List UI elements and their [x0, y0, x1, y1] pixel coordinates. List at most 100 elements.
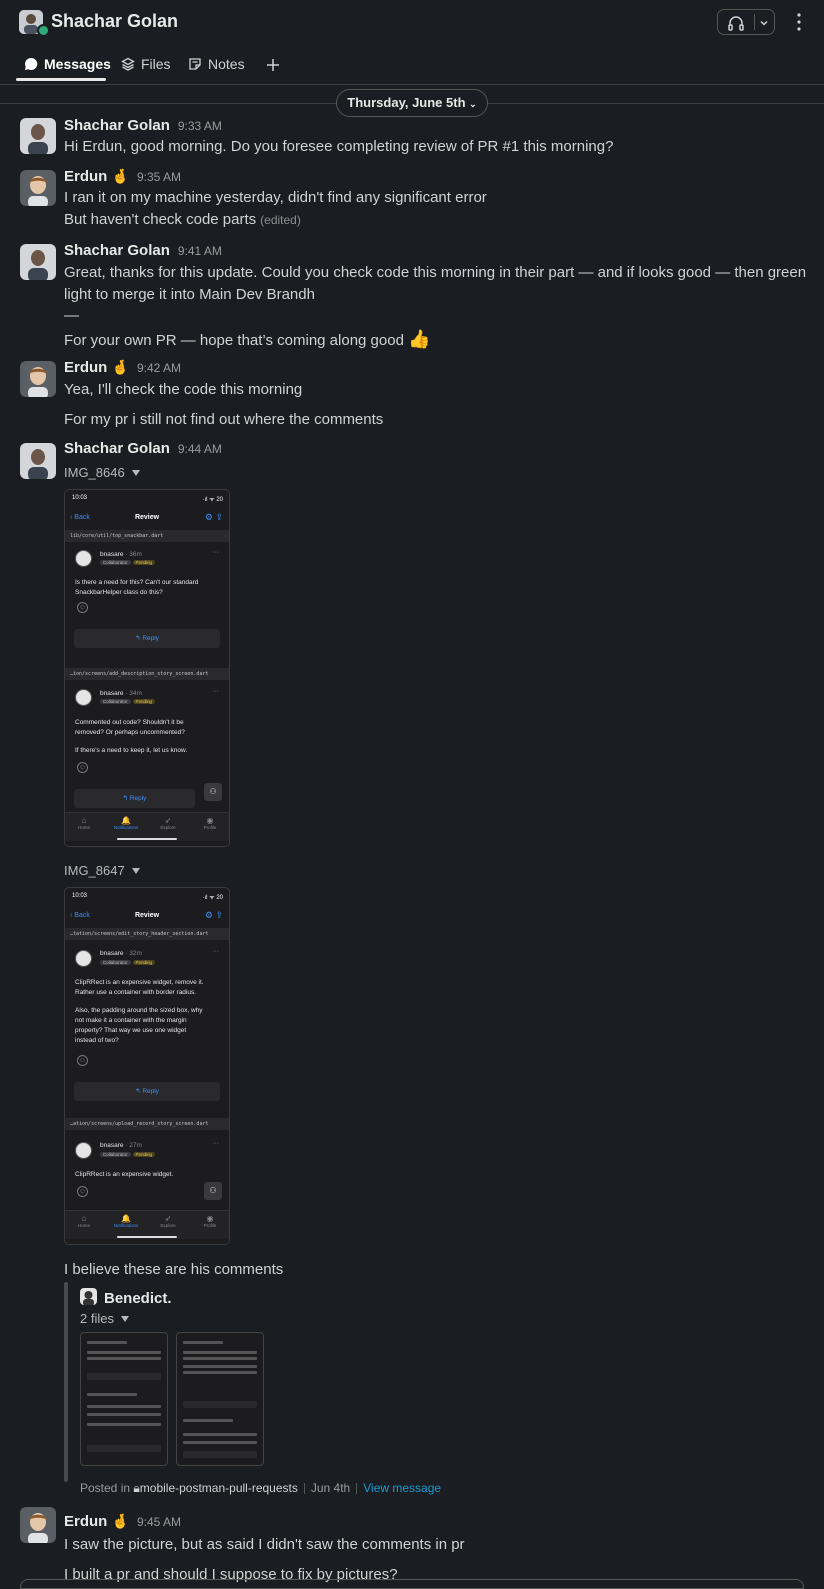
- sender-name[interactable]: Shachar Golan: [64, 440, 170, 457]
- page-title[interactable]: Shachar Golan: [51, 11, 178, 32]
- date-divider[interactable]: Thursday, June 5th ⌄: [336, 89, 488, 117]
- gear-icon: ⚙ ⇪: [204, 910, 223, 920]
- avatar: [75, 950, 92, 967]
- reply-button: ↰ Reply: [74, 629, 220, 648]
- active-tab-indicator: [16, 78, 106, 81]
- message-text: I ran it on my machine yesterday, didn't…: [64, 189, 487, 206]
- message-text: Yea, I'll check the code this morning: [64, 381, 303, 398]
- avatar[interactable]: [20, 361, 56, 397]
- message-sender[interactable]: Shachar Golan 9:41 AM: [64, 242, 222, 259]
- sender-name[interactable]: Shachar Golan: [64, 242, 170, 259]
- file-name-toggle[interactable]: IMG_8646: [64, 465, 141, 480]
- message-sender[interactable]: Shachar Golan 9:33 AM: [64, 117, 222, 134]
- sender-name[interactable]: Erdun: [64, 1513, 107, 1530]
- message-timestamp[interactable]: 9:41 AM: [178, 244, 222, 258]
- message-timestamp[interactable]: 9:33 AM: [178, 119, 222, 133]
- channel-header: Shachar Golan: [0, 0, 824, 46]
- file-name: IMG_8646: [64, 465, 125, 480]
- shared-message-footer: Posted in 🔒︎mobile-postman-pull-requests…: [80, 1481, 441, 1496]
- huddle-button[interactable]: [717, 9, 775, 35]
- layers-icon: [121, 57, 135, 71]
- tab-label: Files: [141, 56, 171, 72]
- file-path: lib/core/util/top_snackbar.dart: [65, 530, 229, 542]
- tab-notes[interactable]: Notes: [188, 56, 245, 72]
- tab-label: Notes: [208, 56, 245, 72]
- phone-status-icons: ·ıl ᯤ 20: [202, 895, 223, 901]
- chevron-down-icon[interactable]: [758, 17, 770, 29]
- phone-tab-bar: ⌂ Home 🔔 Notifications ➶ Explore ◉ Profile: [65, 1210, 229, 1239]
- notes-icon: [189, 58, 201, 70]
- plus-icon[interactable]: [265, 57, 281, 73]
- image-attachment[interactable]: 10:03 ·ıl ᯤ 20 ‹ Back Review ⚙ ⇪ …tation…: [64, 887, 230, 1245]
- shared-image-thumbnail[interactable]: [80, 1332, 168, 1466]
- message-timestamp[interactable]: 9:35 AM: [137, 170, 181, 184]
- avatar[interactable]: [20, 443, 56, 479]
- file-path: …ation/screens/upload_record_story_scree…: [65, 1118, 229, 1130]
- smile-icon: ☺: [77, 602, 88, 613]
- message-text: Hi Erdun, good morning. Do you foresee c…: [64, 138, 614, 155]
- file-name: IMG_8647: [64, 863, 125, 878]
- channel-link[interactable]: 🔒︎mobile-postman-pull-requests: [133, 1481, 297, 1495]
- message-sender[interactable]: Erdun 🤞 9:45 AM: [64, 1513, 181, 1530]
- view-message-link[interactable]: View message: [363, 1481, 441, 1495]
- tab-label: Messages: [44, 56, 111, 72]
- message-timestamp[interactable]: 9:42 AM: [137, 361, 181, 375]
- smile-icon: ☺: [77, 1186, 88, 1197]
- avatar[interactable]: [20, 170, 56, 206]
- chevron-down-icon: ⌄: [469, 99, 477, 109]
- tab-messages[interactable]: Messages: [24, 56, 111, 72]
- more-horizontal-icon: ···: [212, 688, 219, 695]
- message-timestamp[interactable]: 9:44 AM: [178, 442, 222, 456]
- file-name-toggle[interactable]: IMG_8647: [64, 863, 141, 878]
- sender-name[interactable]: Shachar Golan: [64, 117, 170, 134]
- shared-author[interactable]: Benedict.: [104, 1290, 172, 1307]
- message-text: But haven't check code parts: [64, 211, 257, 228]
- sender-name[interactable]: Erdun: [64, 359, 107, 376]
- file-path: …tation/screens/edit_story_header_sectio…: [65, 928, 229, 940]
- tab-bar: Messages Files Notes: [0, 46, 824, 85]
- reply-button: ↰ Reply: [74, 789, 195, 808]
- home-indicator: [117, 838, 177, 840]
- sender-name[interactable]: Erdun: [64, 168, 107, 185]
- message-sender[interactable]: Shachar Golan 9:44 AM: [64, 440, 222, 457]
- more-horizontal-icon: ···: [212, 948, 219, 955]
- phone-status-icons: ·ıl ᯤ 20: [202, 497, 223, 503]
- comment-text: If there's a need to keep it, let us kno…: [75, 747, 188, 754]
- comment-text: ClipRRect is an expensive widget.: [75, 1171, 174, 1178]
- tab-files[interactable]: Files: [121, 56, 171, 72]
- comment-text: Is there a need for this? Can't our stan…: [75, 579, 199, 596]
- comment-author: bnasare · 34m: [100, 690, 142, 697]
- comment-tags: Collaborator Pending: [100, 560, 157, 565]
- message-timestamp[interactable]: 9:45 AM: [137, 1515, 181, 1529]
- message-composer[interactable]: [20, 1579, 804, 1589]
- shared-date: Jun 4th: [310, 1481, 351, 1495]
- message-text-row: But haven't check code parts (edited): [64, 211, 301, 228]
- avatar[interactable]: [20, 118, 56, 154]
- comment-tags: Collaborator Pending: [100, 960, 157, 965]
- avatar[interactable]: [20, 244, 56, 280]
- caret-down-icon: [131, 469, 140, 476]
- avatar: [75, 550, 92, 567]
- posted-in-label: Posted in: [80, 1481, 131, 1495]
- avatar[interactable]: [80, 1288, 97, 1305]
- caret-down-icon: [120, 1315, 129, 1322]
- message-text: I saw the picture, but as said I didn't …: [64, 1536, 465, 1553]
- smile-icon: ☺: [77, 762, 88, 773]
- shared-files-toggle[interactable]: 2 files: [80, 1311, 130, 1326]
- image-attachment[interactable]: 10:03 ·ıl ᯤ 20 ‹ Back Review ⚙ ⇪ lib/cor…: [64, 489, 230, 847]
- gear-icon: ⚙ ⇪: [204, 512, 223, 522]
- shared-image-thumbnail[interactable]: [176, 1332, 264, 1466]
- comment-author: bnasare · 27m: [100, 1142, 142, 1149]
- comment-author: bnasare · 32m: [100, 950, 142, 957]
- date-label: Thursday, June 5th: [347, 95, 466, 110]
- avatar[interactable]: [20, 1507, 56, 1543]
- file-path: …ion/screens/add_description_story_scree…: [65, 668, 229, 680]
- files-count: 2 files: [80, 1311, 114, 1326]
- message-sender[interactable]: Erdun 🤞 9:42 AM: [64, 359, 181, 376]
- message-text-row: For your own PR — hope that’s coming alo…: [64, 329, 431, 350]
- presence-indicator: [37, 24, 50, 37]
- more-vertical-icon[interactable]: [792, 12, 806, 32]
- avatar: [75, 1142, 92, 1159]
- message-text: I believe these are his comments: [64, 1261, 284, 1278]
- message-sender[interactable]: Erdun 🤞 9:35 AM: [64, 168, 181, 185]
